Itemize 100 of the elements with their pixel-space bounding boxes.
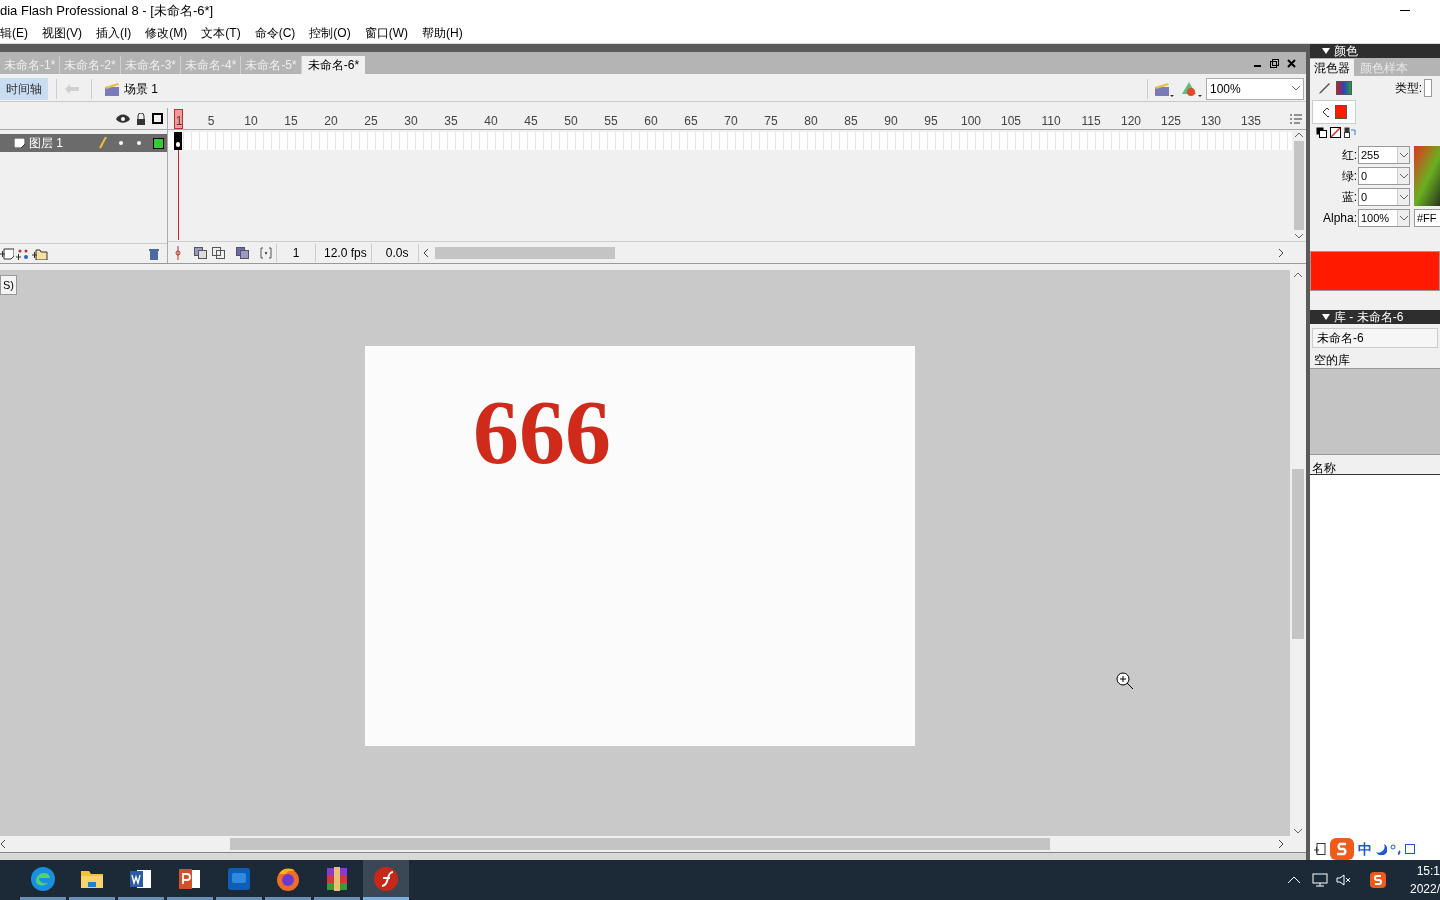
scroll-left-icon[interactable] — [423, 248, 430, 257]
scroll-down-icon[interactable] — [1295, 234, 1303, 239]
clock-date[interactable]: 2022/ — [1409, 880, 1440, 898]
frame-number: 120 — [1121, 113, 1141, 129]
clapperboard-icon — [104, 81, 120, 96]
vertical-scrollbar[interactable] — [1292, 130, 1306, 241]
edit-frames-icon[interactable] — [236, 246, 250, 259]
scroll-thumb[interactable] — [435, 246, 616, 259]
layer-icon — [14, 138, 25, 148]
frame-number: 95 — [924, 113, 938, 129]
scroll-down-icon[interactable] — [1294, 829, 1302, 834]
menu-item[interactable]: 视图(V) — [42, 23, 82, 42]
ime-mode[interactable]: 中 — [1358, 838, 1372, 860]
color-spectrum[interactable] — [1414, 146, 1440, 206]
options-menu-icon[interactable] — [1290, 113, 1302, 125]
swap-colors-icon[interactable] — [1344, 127, 1356, 138]
scroll-thumb[interactable] — [1292, 469, 1304, 639]
menu-item[interactable]: 辑(E) — [0, 23, 28, 42]
panel-header[interactable]: 颜色 — [1310, 44, 1440, 58]
channel-field[interactable]: 100% — [1358, 209, 1410, 227]
keyboard-icon[interactable] — [1405, 843, 1415, 855]
clock-time[interactable]: 15:1 — [1416, 862, 1440, 880]
menu-item[interactable]: 控制(O) — [309, 23, 351, 42]
flash-app-icon — [373, 865, 399, 892]
restore-icon[interactable] — [1270, 58, 1279, 68]
taskbar-app-button[interactable] — [363, 860, 409, 900]
channel-field[interactable]: 255 — [1358, 146, 1410, 164]
side-button[interactable]: S) — [0, 275, 17, 295]
muted-speaker-icon[interactable] — [1336, 874, 1352, 886]
document-tab[interactable]: 未命名-6* — [301, 56, 366, 74]
frame-number: 35 — [444, 113, 458, 129]
scroll-right-icon[interactable] — [1278, 248, 1284, 257]
menu-item[interactable]: 文本(T) — [201, 23, 241, 42]
center-frame-icon[interactable] — [172, 245, 184, 260]
menu-item[interactable]: 帮助(H) — [422, 23, 463, 42]
frame-number: 90 — [884, 113, 898, 129]
scroll-left-icon[interactable] — [0, 840, 6, 848]
frame-number: 80 — [804, 113, 818, 129]
moon-icon[interactable] — [1375, 843, 1387, 855]
frame-number: 25 — [364, 113, 378, 129]
library-document-dropdown[interactable]: 未命名-6 — [1312, 328, 1438, 348]
scroll-right-icon[interactable] — [1278, 840, 1284, 848]
hex-field[interactable]: #FF — [1414, 209, 1440, 227]
stroke-color-swatch[interactable] — [1336, 81, 1352, 95]
menu-item[interactable]: 命令(C) — [254, 23, 296, 42]
scroll-up-icon[interactable] — [1294, 272, 1302, 277]
add-layer-icon[interactable] — [0, 247, 14, 260]
lock-icon[interactable] — [136, 112, 146, 125]
frame-number: 85 — [844, 113, 858, 129]
frame-number: 10 — [244, 113, 258, 129]
bracket-icon[interactable] — [260, 246, 272, 259]
fill-color-swatch[interactable] — [1335, 105, 1347, 119]
frame-number: 50 — [564, 113, 578, 129]
onion-outline-icon[interactable] — [212, 246, 226, 259]
add-guide-icon[interactable] — [16, 247, 30, 260]
dot-icon[interactable] — [119, 141, 123, 145]
menu-item[interactable]: 插入(I) — [96, 23, 132, 42]
trash-icon[interactable] — [149, 247, 159, 260]
close-icon[interactable] — [1287, 58, 1296, 68]
current-frame: 1 — [276, 243, 316, 262]
scroll-up-icon[interactable] — [1295, 132, 1303, 137]
punctuation-icon[interactable] — [1390, 843, 1402, 855]
layer-row[interactable]: 图层 1 — [0, 134, 167, 152]
zoom-dropdown[interactable]: 100% — [1206, 77, 1304, 100]
minimize-icon[interactable] — [1400, 10, 1410, 12]
frame-number: 105 — [1001, 113, 1021, 129]
scroll-thumb[interactable] — [1294, 141, 1304, 230]
new-symbol-icon[interactable] — [1314, 843, 1326, 855]
no-color-icon[interactable] — [1330, 127, 1341, 138]
timeline-toggle-button[interactable]: 时间轴 — [0, 77, 48, 100]
chevron-up-icon[interactable] — [1288, 876, 1300, 884]
menu-item[interactable]: 修改(M) — [145, 23, 188, 42]
keyframe[interactable] — [174, 132, 182, 150]
type-dropdown[interactable] — [1424, 79, 1432, 97]
default-colors-icon[interactable] — [1316, 127, 1327, 138]
frame-number: 5 — [207, 113, 215, 129]
panel-tab[interactable]: 混色器 — [1310, 59, 1354, 76]
scroll-thumb[interactable] — [230, 838, 1050, 850]
eye-icon[interactable] — [116, 114, 130, 123]
collapse-triangle-icon[interactable] — [1322, 314, 1330, 320]
outline-square-icon[interactable] — [152, 113, 163, 124]
dot-icon[interactable] — [137, 141, 141, 145]
collapse-triangle-icon[interactable] — [1322, 48, 1330, 54]
panel-header[interactable]: 库 - 未命名-6 — [1310, 310, 1440, 324]
channel-field[interactable]: 0 — [1358, 167, 1410, 185]
menu-item[interactable]: 窗口(W) — [364, 23, 408, 42]
frame-number: 135 — [1241, 113, 1261, 129]
frame-number: 15 — [284, 113, 298, 129]
panel-title: 库 - 未命名-6 — [1334, 309, 1404, 326]
horizontal-scrollbar[interactable] — [423, 245, 1284, 260]
pencil-icon[interactable] — [1318, 82, 1330, 94]
ime-logo-icon[interactable] — [1329, 837, 1355, 861]
document-app-icon — [129, 867, 153, 890]
add-folder-icon[interactable] — [32, 247, 48, 260]
ime-logo-icon[interactable] — [1370, 872, 1386, 888]
onion-skin-icon[interactable] — [194, 246, 208, 259]
network-icon[interactable] — [1312, 873, 1328, 887]
layer-color-swatch[interactable] — [153, 137, 164, 149]
frame-number: 125 — [1161, 113, 1181, 129]
channel-field[interactable]: 0 — [1358, 188, 1410, 206]
